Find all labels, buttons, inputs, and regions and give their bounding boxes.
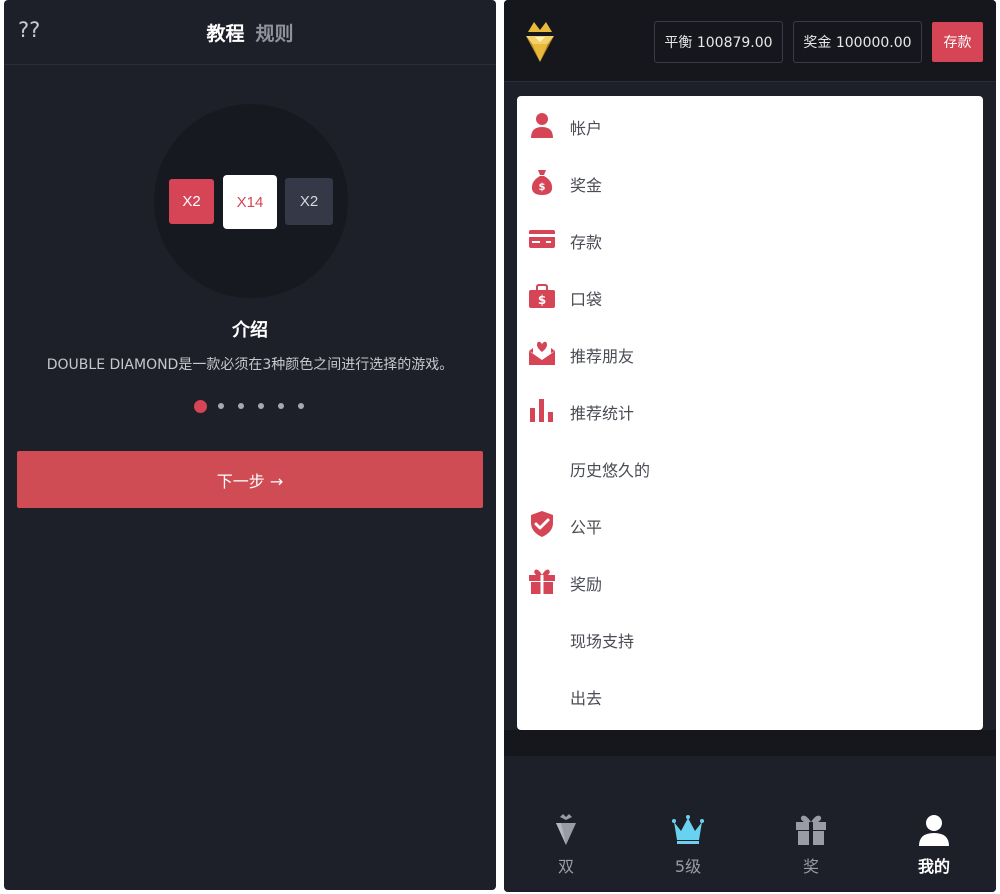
multiplier-tile-red: X2 [169,179,214,224]
envelope-heart-icon [529,341,555,365]
pagination-dot-3[interactable] [237,403,244,409]
gift-icon [529,569,555,594]
bottom-navigation: 双 5级 奖 我的 [504,756,996,892]
bonus-display: 奖金 100000.00 [793,21,922,63]
account-panel: 平衡 100879.00 奖金 100000.00 存款 帐户 $ 奖金 存款 … [504,0,996,892]
menu-item-refer-friends[interactable]: 推荐朋友 [517,325,983,382]
menu-item-label: 存款 [570,233,603,252]
nav-item-double[interactable]: 双 [536,814,596,877]
menu-item-label: 推荐统计 [570,404,635,423]
nav-label: 我的 [917,857,950,876]
intro-title: 介绍 [232,320,268,341]
menu-item-label: 推荐朋友 [570,347,635,366]
menu-item-label: 历史悠久的 [570,461,651,480]
nav-label: 双 [557,857,574,876]
nav-item-reward[interactable]: 奖 [781,814,841,877]
menu-bottom-band [504,730,996,756]
user-icon [531,113,553,138]
tutorial-panel: ?? 教程 规则 X2 X14 X2 介绍 DOUBLE DIAMOND是一款必… [4,0,496,890]
next-step-button[interactable]: 下一步 → [17,451,483,508]
gold-diamond-crown-icon[interactable] [522,18,558,64]
crown-icon [672,815,704,844]
nav-item-mine[interactable]: 我的 [904,814,964,877]
menu-item-deposit[interactable]: 存款 [517,211,983,268]
credit-card-icon [529,230,555,248]
shield-check-icon [531,511,553,537]
menu-item-label: 出去 [570,689,603,708]
balance-display: 平衡 100879.00 [654,21,783,63]
menu-item-label: 现场支持 [570,632,635,651]
pagination-dots [4,399,496,413]
account-topbar: 平衡 100879.00 奖金 100000.00 存款 [504,0,996,82]
wallet-bag-icon: $ [529,284,555,308]
diamond-icon [556,814,576,845]
menu-item-live-support[interactable]: 现场支持 [517,610,983,667]
tab-rules[interactable]: 规则 [256,19,294,46]
menu-item-bonus[interactable]: $ 奖金 [517,154,983,211]
intro-text: DOUBLE DIAMOND是一款必须在3种颜色之间进行选择的游戏。 [46,357,454,373]
tutorial-tabs: 教程 规则 [4,19,496,46]
menu-item-label: 公平 [570,518,603,537]
menu-item-label: 口袋 [570,290,603,309]
nav-item-level5[interactable]: 5级 [658,814,718,877]
account-menu: 帐户 $ 奖金 存款 $ 口袋 推荐朋友 推荐统计 历史悠久的 公平 奖励 现场… [517,96,983,730]
menu-item-history[interactable]: 历史悠久的 [517,439,983,496]
tutorial-header: ?? 教程 规则 [4,0,496,65]
user-icon [919,815,949,846]
gift-icon [796,815,826,845]
menu-item-rewards[interactable]: 奖励 [517,553,983,610]
money-bag-icon: $ [531,170,553,195]
menu-item-label: 奖金 [570,176,603,195]
menu-item-wallet[interactable]: $ 口袋 [517,268,983,325]
menu-item-label: 帐户 [570,119,603,138]
bar-chart-icon [530,399,553,422]
pagination-dot-2[interactable] [217,403,224,409]
nav-label: 奖 [802,857,819,876]
pagination-dot-1[interactable] [193,399,207,413]
menu-item-label: 奖励 [570,575,603,594]
pagination-dot-4[interactable] [257,403,264,409]
menu-item-fairness[interactable]: 公平 [517,496,983,553]
menu-item-account[interactable]: 帐户 [517,97,983,154]
menu-item-referral-stats[interactable]: 推荐统计 [517,382,983,439]
multiplier-tile-dark: X2 [285,178,333,225]
pagination-dot-6[interactable] [297,403,304,409]
pagination-dot-5[interactable] [277,403,284,409]
menu-item-logout[interactable]: 出去 [517,667,983,724]
svg-text:$: $ [539,182,546,193]
multiplier-tile-white: X14 [223,175,277,229]
tab-tutorial[interactable]: 教程 [206,19,244,46]
svg-text:$: $ [538,293,546,307]
nav-label: 5级 [674,857,702,876]
deposit-button[interactable]: 存款 [932,22,983,62]
